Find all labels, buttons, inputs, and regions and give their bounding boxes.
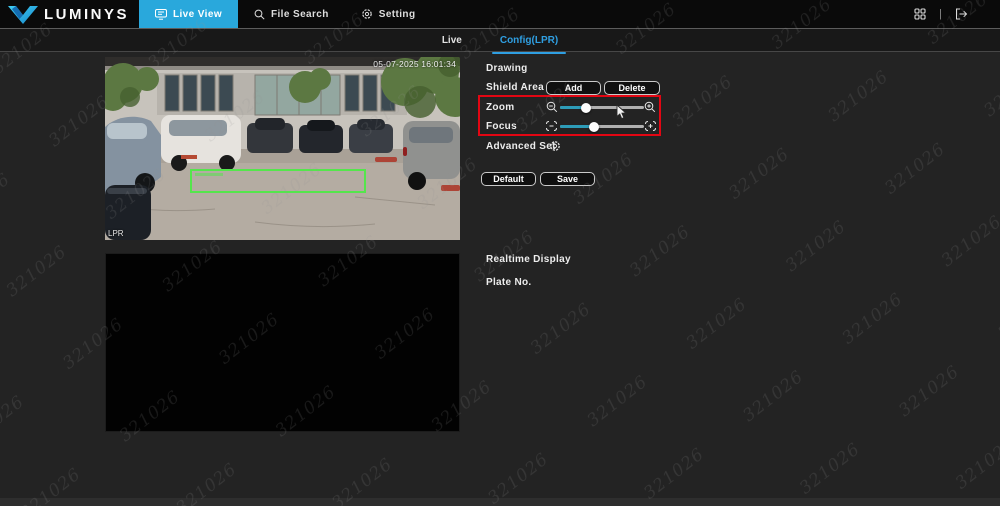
advanced-set-label: Advanced Set — [486, 141, 556, 152]
default-button[interactable]: Default — [481, 172, 536, 186]
add-button[interactable]: Add — [546, 81, 601, 95]
focus-slider-thumb[interactable] — [589, 122, 599, 132]
zoom-out-icon[interactable] — [546, 101, 558, 113]
focus-label: Focus — [486, 121, 517, 132]
nav-right-icons: | — [914, 8, 1000, 20]
roi-label-mark — [195, 173, 223, 176]
nav-item-file-search[interactable]: File Search — [238, 0, 345, 28]
luminys-v-icon — [8, 3, 38, 25]
camera-frame — [105, 57, 460, 240]
video-timestamp: 05-07-2025 16:01:34 — [373, 59, 456, 69]
tab-live[interactable]: Live — [438, 32, 466, 49]
nav-item-live-view[interactable]: Live View — [139, 0, 238, 28]
save-button[interactable]: Save — [540, 172, 595, 186]
nav-live-view-label: Live View — [173, 9, 222, 20]
live-video-preview[interactable]: 05-07-2025 16:01:34 LPR — [105, 57, 460, 240]
advanced-gear-icon[interactable] — [549, 140, 561, 152]
drawing-section-label: Drawing — [486, 63, 528, 74]
search-icon — [254, 9, 265, 20]
top-nav-bar: LUMINYS Live View File Search Setting — [0, 0, 1000, 28]
nav-separator: | — [939, 8, 942, 20]
secondary-video-panel[interactable] — [105, 253, 460, 432]
plate-no-label: Plate No. — [486, 277, 532, 288]
nav-file-search-label: File Search — [271, 9, 329, 20]
zoom-slider-thumb[interactable] — [581, 103, 591, 113]
realtime-display-label: Realtime Display — [486, 254, 571, 265]
grid-layout-icon[interactable] — [914, 8, 926, 20]
focus-slider[interactable] — [560, 125, 644, 128]
gear-icon — [361, 8, 373, 20]
focus-near-icon[interactable] — [545, 120, 558, 132]
nav-item-setting[interactable]: Setting — [345, 0, 432, 28]
zoom-label: Zoom — [486, 102, 514, 113]
delete-button[interactable]: Delete — [604, 81, 660, 95]
shield-area-roi[interactable] — [190, 169, 366, 193]
sub-tab-bar: Live Config(LPR) — [0, 28, 1000, 52]
nav-setting-label: Setting — [379, 9, 416, 20]
zoom-slider[interactable] — [560, 106, 644, 109]
focus-far-icon[interactable] — [644, 120, 657, 132]
footer-strip — [0, 498, 1000, 506]
stream-label: LPR — [108, 229, 124, 238]
brand-name: LUMINYS — [44, 6, 129, 23]
zoom-in-icon[interactable] — [644, 101, 656, 113]
tab-config-lpr[interactable]: Config(LPR) — [496, 32, 562, 49]
logout-icon[interactable] — [955, 8, 968, 20]
brand-logo: LUMINYS — [0, 3, 139, 25]
live-view-icon — [155, 9, 167, 20]
